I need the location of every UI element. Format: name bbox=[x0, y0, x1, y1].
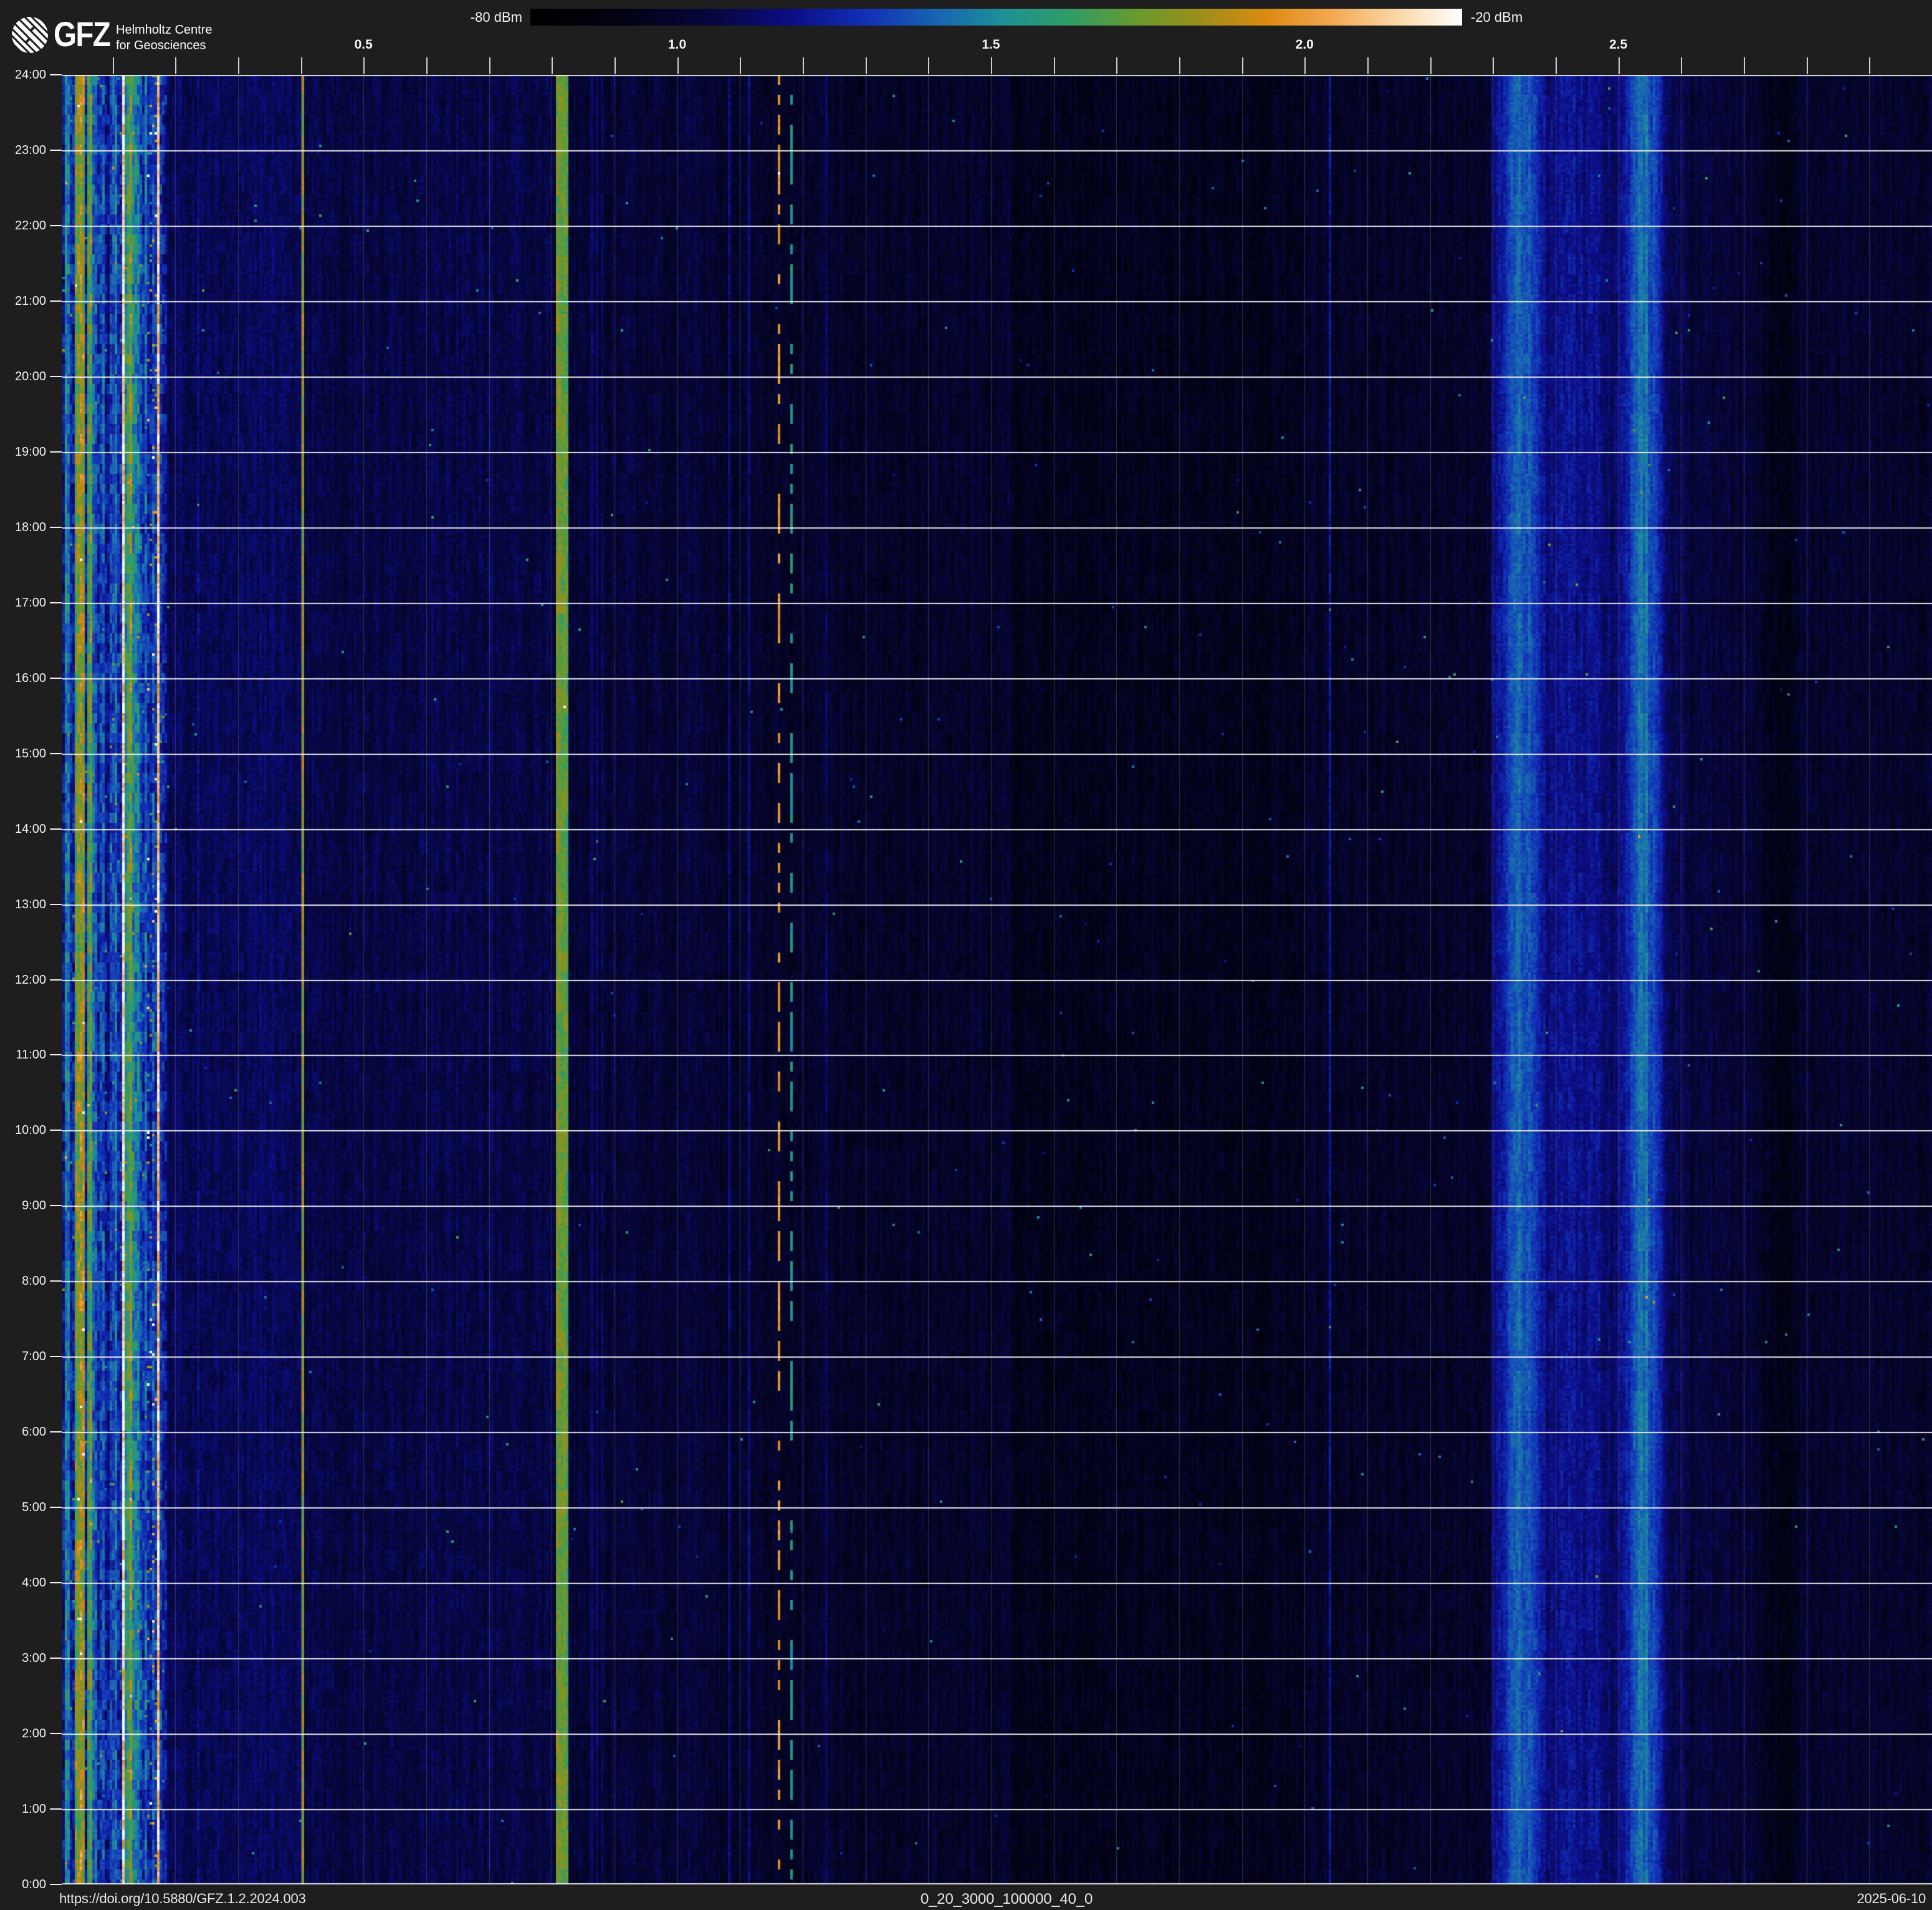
x-axis-tick bbox=[113, 57, 114, 74]
x-axis-tick-label: 2.5 bbox=[1594, 37, 1643, 52]
y-axis-tick-label: 3:00 bbox=[0, 1651, 46, 1665]
x-axis-tick bbox=[991, 57, 992, 74]
x-axis-tick bbox=[1807, 57, 1808, 74]
y-axis-tick bbox=[50, 904, 62, 905]
y-axis-tick bbox=[50, 1205, 62, 1206]
y-axis-tick-label: 20:00 bbox=[0, 370, 46, 383]
y-axis-tick-label: 5:00 bbox=[0, 1500, 46, 1514]
y-axis-tick-label: 12:00 bbox=[0, 973, 46, 987]
colorbar-min-label: -80 dBm bbox=[430, 9, 522, 26]
y-axis-tick bbox=[50, 1130, 62, 1131]
y-axis-tick-label: 17:00 bbox=[0, 596, 46, 610]
y-axis-tick bbox=[50, 979, 62, 981]
x-axis-tick bbox=[1242, 57, 1243, 74]
x-axis-tick bbox=[1619, 57, 1620, 74]
gfz-logo-org-name-line1: Helmholtz Centre bbox=[116, 22, 213, 38]
x-axis-tick bbox=[363, 57, 365, 74]
x-axis-tick bbox=[1744, 57, 1745, 74]
y-axis-tick-label: 0:00 bbox=[0, 1878, 46, 1891]
y-axis-tick bbox=[50, 678, 62, 679]
y-axis-tick-label: 15:00 bbox=[0, 747, 46, 761]
gfz-logo-text: GFZ bbox=[54, 14, 110, 54]
y-axis-tick bbox=[50, 1658, 62, 1659]
y-axis-tick bbox=[50, 1431, 62, 1432]
date-text: 2025-06-10 bbox=[1857, 1891, 1926, 1907]
x-axis-tick-label: 0.5 bbox=[338, 37, 388, 52]
y-axis-tick-label: 6:00 bbox=[0, 1425, 46, 1439]
y-axis-tick-label: 8:00 bbox=[0, 1274, 46, 1288]
x-axis-tick bbox=[1869, 57, 1870, 74]
y-axis-tick-label: 21:00 bbox=[0, 294, 46, 308]
y-axis-tick-label: 11:00 bbox=[0, 1048, 46, 1062]
x-axis-tick bbox=[552, 57, 553, 74]
colorbar-gradient bbox=[530, 9, 1462, 26]
y-axis-tick-label: 4:00 bbox=[0, 1576, 46, 1590]
y-axis-tick-label: 22:00 bbox=[0, 219, 46, 233]
x-axis-tick bbox=[1367, 57, 1369, 74]
x-axis-tick bbox=[1054, 57, 1055, 74]
station-code-text: 0_20_3000_100000_40_0 bbox=[921, 1891, 1093, 1908]
x-axis-tick bbox=[1681, 57, 1682, 74]
y-axis-tick bbox=[50, 1582, 62, 1583]
y-axis-tick bbox=[50, 753, 62, 754]
spectrogram-page: GFZ Helmholtz Centre for Geosciences -80… bbox=[0, 0, 1932, 1910]
y-axis-tick bbox=[50, 1808, 62, 1810]
x-axis-tick-label: 1.0 bbox=[653, 37, 702, 52]
y-axis-tick-label: 9:00 bbox=[0, 1199, 46, 1212]
x-axis-tick bbox=[928, 57, 929, 74]
y-axis-tick bbox=[50, 602, 62, 603]
y-axis-tick-label: 10:00 bbox=[0, 1123, 46, 1137]
y-axis-tick-label: 24:00 bbox=[0, 68, 46, 82]
x-axis-tick bbox=[1556, 57, 1557, 74]
y-axis-tick-label: 18:00 bbox=[0, 521, 46, 534]
x-axis-tick bbox=[301, 57, 302, 74]
spectrogram-canvas bbox=[62, 75, 1932, 1884]
x-axis-tick bbox=[1179, 57, 1180, 74]
gfz-logo-org-name: Helmholtz Centre for Geosciences bbox=[116, 22, 213, 54]
y-axis-tick-label: 14:00 bbox=[0, 822, 46, 836]
colorbar-max-label: -20 dBm bbox=[1471, 9, 1595, 26]
y-axis-tick bbox=[50, 451, 62, 453]
y-axis-tick bbox=[50, 1507, 62, 1508]
y-axis-tick bbox=[50, 1356, 62, 1357]
y-axis-tick bbox=[50, 225, 62, 226]
x-axis-tick bbox=[426, 57, 428, 74]
x-axis-tick bbox=[803, 57, 804, 74]
x-axis-tick-label: 1.5 bbox=[966, 37, 1016, 52]
x-axis-tick bbox=[866, 57, 867, 74]
x-axis-tick bbox=[489, 57, 490, 74]
y-axis-tick-label: 16:00 bbox=[0, 671, 46, 685]
y-axis-tick bbox=[50, 150, 62, 151]
y-axis-tick bbox=[50, 1733, 62, 1734]
x-axis-tick bbox=[1116, 57, 1117, 74]
y-axis-tick-label: 2:00 bbox=[0, 1727, 46, 1740]
x-axis-tick bbox=[740, 57, 741, 74]
y-axis-tick bbox=[50, 376, 62, 377]
y-axis-tick-label: 23:00 bbox=[0, 143, 46, 157]
y-axis-tick bbox=[50, 1280, 62, 1282]
x-axis-tick bbox=[238, 57, 239, 74]
y-axis-tick bbox=[50, 300, 62, 302]
x-axis-tick bbox=[677, 57, 679, 74]
y-axis-tick bbox=[50, 1884, 62, 1885]
doi-text: https://doi.org/10.5880/GFZ.1.2.2024.003 bbox=[59, 1891, 306, 1907]
y-axis-tick-label: 7:00 bbox=[0, 1350, 46, 1363]
x-axis-tick bbox=[1493, 57, 1494, 74]
x-axis-tick bbox=[1304, 57, 1306, 74]
y-axis-tick-label: 1:00 bbox=[0, 1802, 46, 1816]
x-axis-tick bbox=[1430, 57, 1432, 74]
gfz-logo-icon bbox=[11, 16, 49, 54]
y-axis-tick bbox=[50, 74, 62, 75]
y-axis-tick-label: 13:00 bbox=[0, 898, 46, 911]
y-axis-tick bbox=[50, 1054, 62, 1055]
y-axis-tick bbox=[50, 828, 62, 830]
x-axis-tick bbox=[175, 57, 176, 74]
x-axis-tick-label: 2.0 bbox=[1279, 37, 1329, 52]
y-axis-tick-label: 19:00 bbox=[0, 445, 46, 459]
gfz-logo-org-name-line2: for Geosciences bbox=[116, 38, 213, 54]
y-axis-tick bbox=[50, 527, 62, 528]
x-axis-tick bbox=[615, 57, 616, 74]
